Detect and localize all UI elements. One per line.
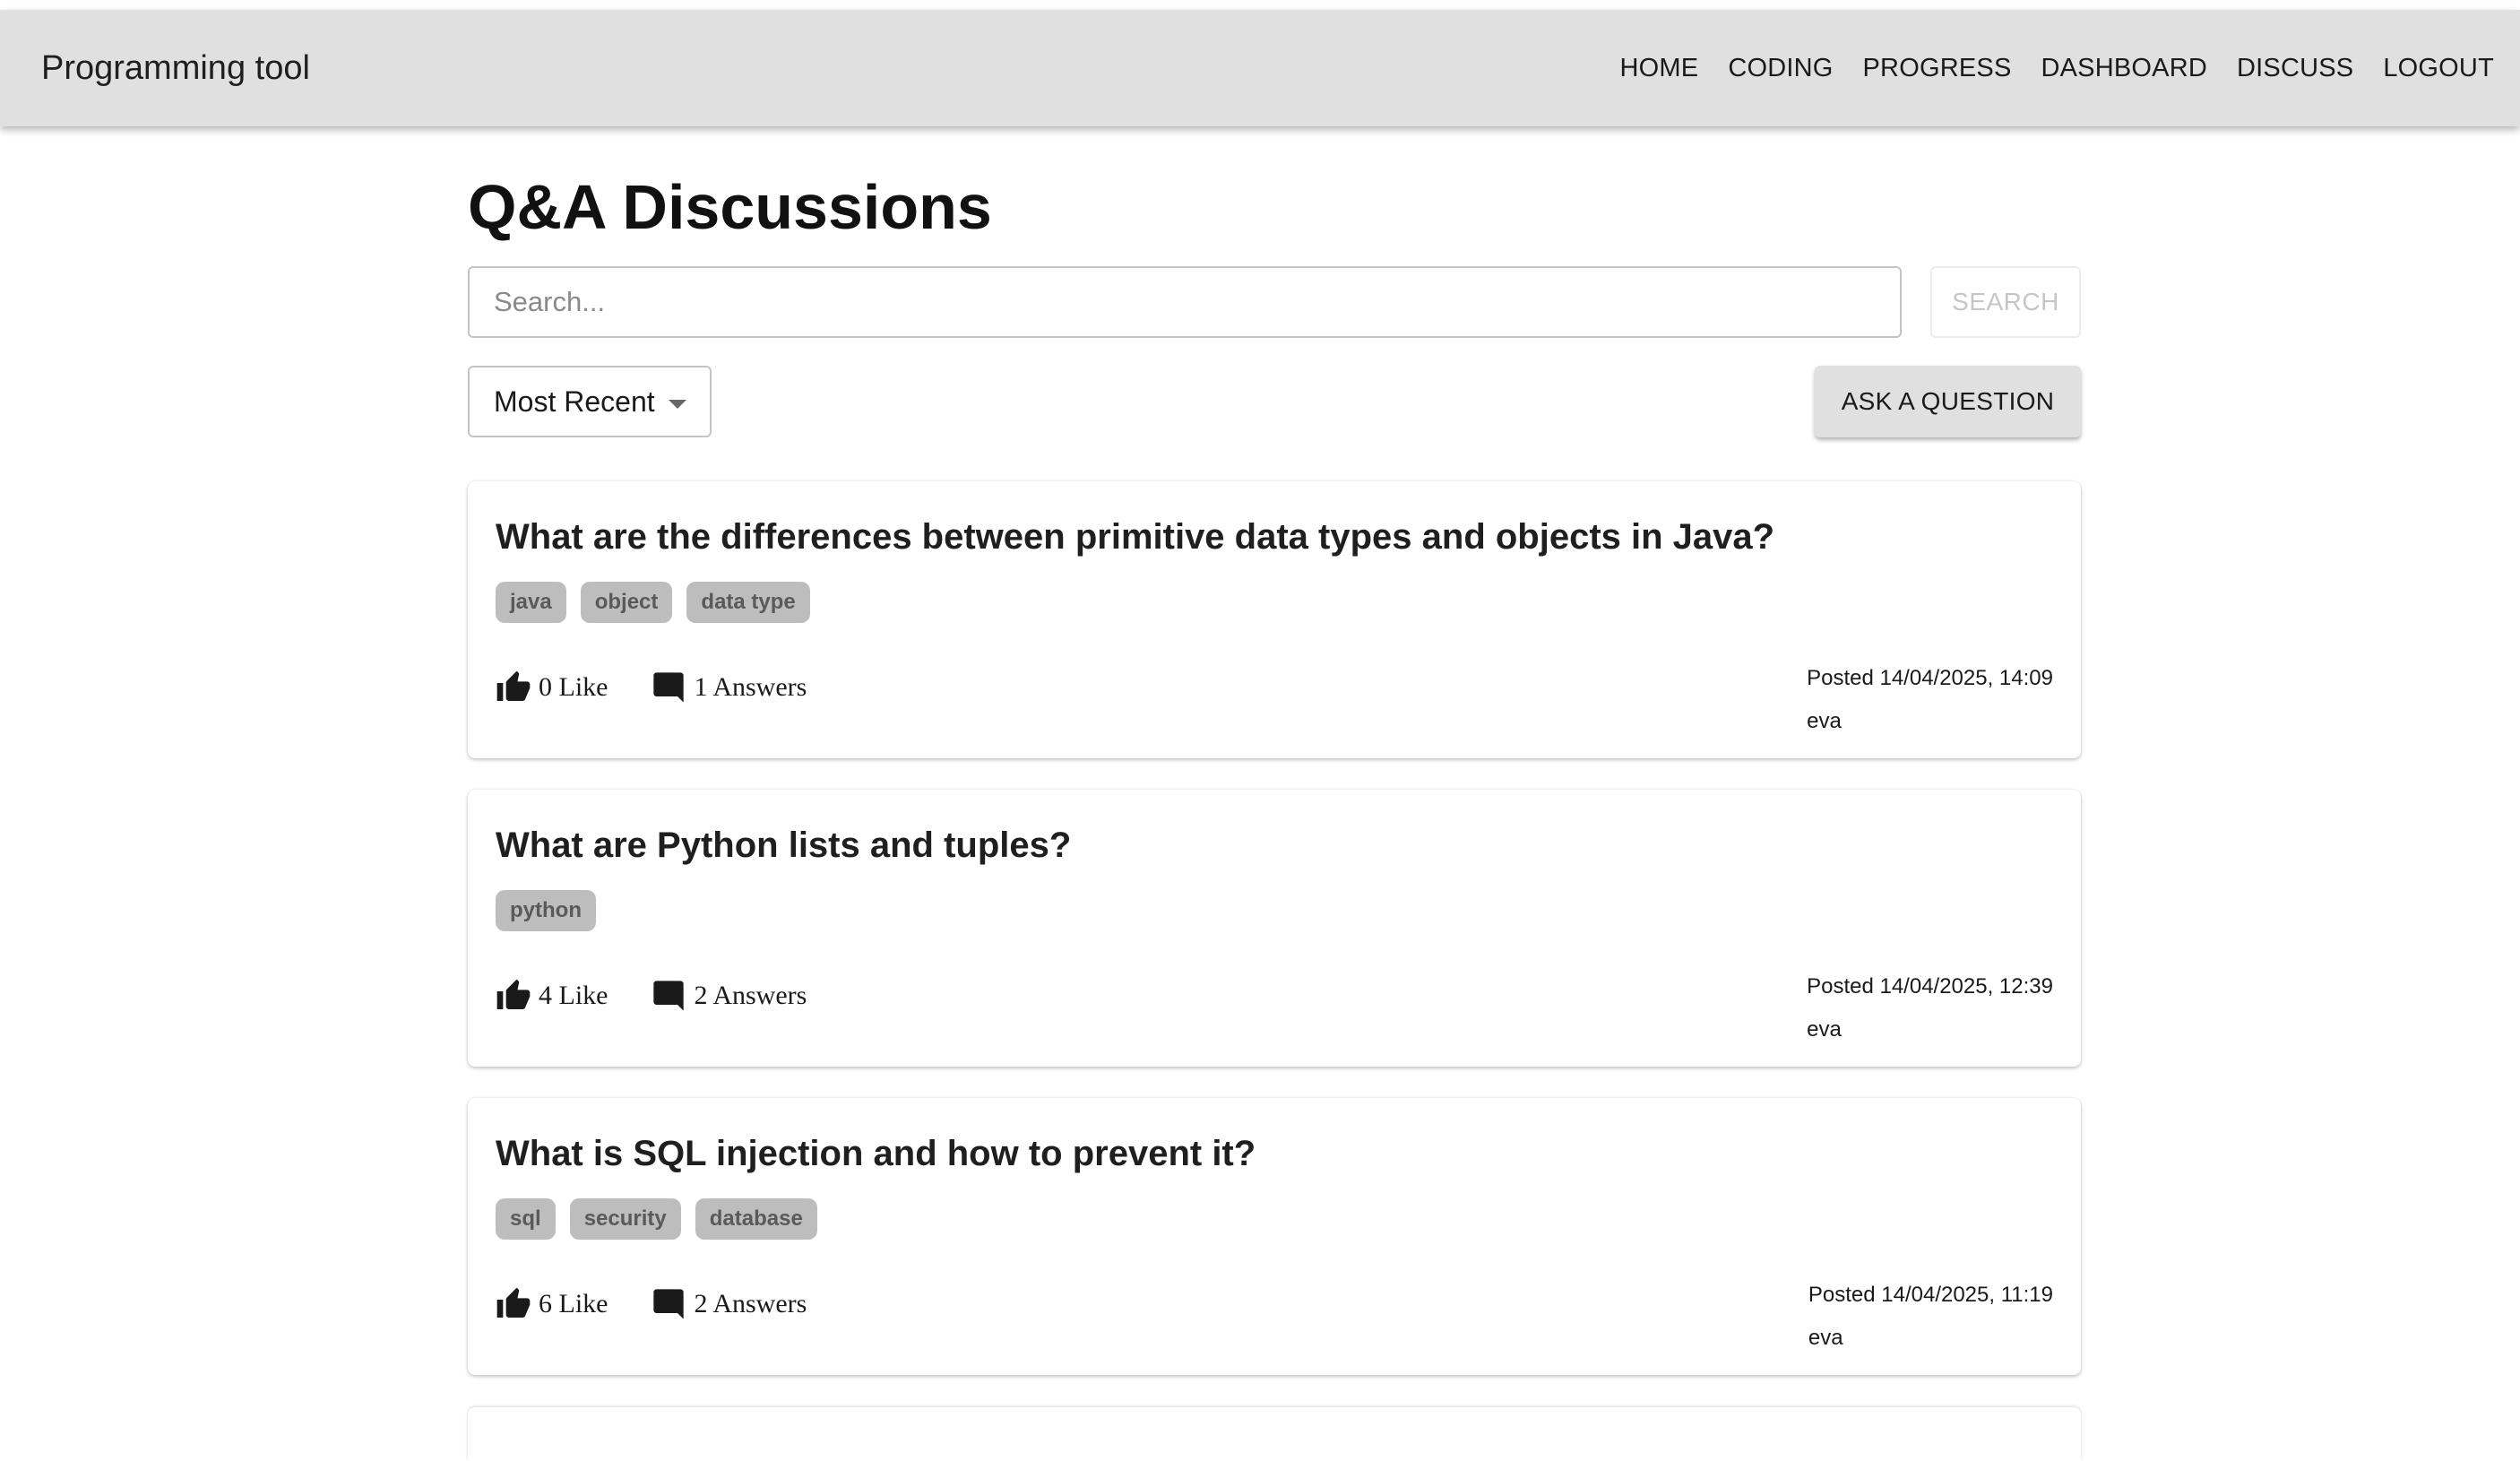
- tag-chip[interactable]: object: [580, 582, 673, 623]
- answers-link[interactable]: 2 Answers: [651, 1286, 807, 1322]
- tag-chip[interactable]: data type: [686, 582, 810, 623]
- page-title: Q&A Discussions: [468, 172, 992, 242]
- question-title[interactable]: What is SQL injection and how to prevent…: [496, 1134, 1256, 1174]
- nav-progress[interactable]: PROGRESS: [1863, 54, 2012, 83]
- question-stats: 0 Like 1 Answers: [496, 670, 807, 705]
- author-name: eva: [1807, 1017, 1842, 1042]
- question-card-partial[interactable]: [468, 1407, 2081, 1461]
- post-meta: Posted 14/04/2025, 12:39 eva: [1807, 965, 2053, 1051]
- main-nav: HOME CODING PROGRESS DASHBOARD DISCUSS L…: [1620, 54, 2495, 83]
- tag-chip[interactable]: java: [496, 582, 566, 623]
- nav-discuss[interactable]: DISCUSS: [2237, 54, 2353, 83]
- comment-icon: [653, 981, 685, 1011]
- answer-count: 1 Answers: [694, 672, 807, 702]
- thumb-up-icon: [496, 979, 531, 1009]
- question-card[interactable]: What are Python lists and tuples? python…: [468, 790, 2081, 1067]
- answers-link[interactable]: 2 Answers: [651, 978, 807, 1014]
- like-count: 0 Like: [539, 672, 608, 702]
- post-meta: Posted 14/04/2025, 11:19 eva: [1808, 1274, 2053, 1360]
- tag-chip[interactable]: python: [496, 890, 596, 931]
- like-button[interactable]: 0 Like: [496, 670, 608, 705]
- sort-select[interactable]: Most Recent: [468, 366, 712, 437]
- app-title[interactable]: Programming tool: [41, 49, 310, 88]
- posted-date: Posted 14/04/2025, 14:09: [1807, 666, 2053, 690]
- nav-dashboard[interactable]: DASHBOARD: [2041, 54, 2208, 83]
- tag-list: python: [496, 890, 610, 931]
- app-bar: Programming tool HOME CODING PROGRESS DA…: [0, 10, 2520, 126]
- nav-coding[interactable]: CODING: [1728, 54, 1833, 83]
- like-button[interactable]: 4 Like: [496, 978, 608, 1014]
- question-card[interactable]: What are the differences between primiti…: [468, 481, 2081, 758]
- author-name: eva: [1807, 709, 1842, 733]
- question-stats: 4 Like 2 Answers: [496, 978, 807, 1014]
- posted-date: Posted 14/04/2025, 12:39: [1807, 974, 2053, 998]
- posted-date: Posted 14/04/2025, 11:19: [1808, 1283, 2053, 1307]
- comment-icon: [653, 672, 685, 703]
- like-button[interactable]: 6 Like: [496, 1286, 608, 1322]
- answer-count: 2 Answers: [694, 981, 807, 1010]
- tag-list: sql security database: [496, 1198, 832, 1240]
- tag-chip[interactable]: database: [695, 1198, 817, 1240]
- author-name: eva: [1808, 1326, 1843, 1350]
- comment-icon: [653, 1289, 685, 1319]
- like-count: 6 Like: [539, 1289, 608, 1318]
- search-button[interactable]: SEARCH: [1930, 266, 2081, 338]
- thumb-up-icon: [496, 1287, 531, 1318]
- question-title[interactable]: What are the differences between primiti…: [496, 517, 1774, 558]
- tag-chip[interactable]: sql: [496, 1198, 556, 1240]
- post-meta: Posted 14/04/2025, 14:09 eva: [1807, 657, 2053, 743]
- tag-chip[interactable]: security: [569, 1198, 681, 1240]
- nav-home[interactable]: HOME: [1620, 54, 1699, 83]
- question-stats: 6 Like 2 Answers: [496, 1286, 807, 1322]
- question-card[interactable]: What is SQL injection and how to prevent…: [468, 1098, 2081, 1375]
- caret-down-icon: [669, 400, 686, 409]
- tag-list: java object data type: [496, 582, 824, 623]
- search-input[interactable]: [468, 266, 1902, 338]
- thumb-up-icon: [496, 670, 531, 701]
- sort-select-value: Most Recent: [494, 385, 655, 418]
- question-title[interactable]: What are Python lists and tuples?: [496, 826, 1071, 866]
- answer-count: 2 Answers: [694, 1289, 807, 1318]
- like-count: 4 Like: [539, 981, 608, 1010]
- ask-question-button[interactable]: ASK A QUESTION: [1815, 366, 2081, 437]
- answers-link[interactable]: 1 Answers: [651, 670, 807, 705]
- nav-logout[interactable]: LOGOUT: [2383, 54, 2494, 83]
